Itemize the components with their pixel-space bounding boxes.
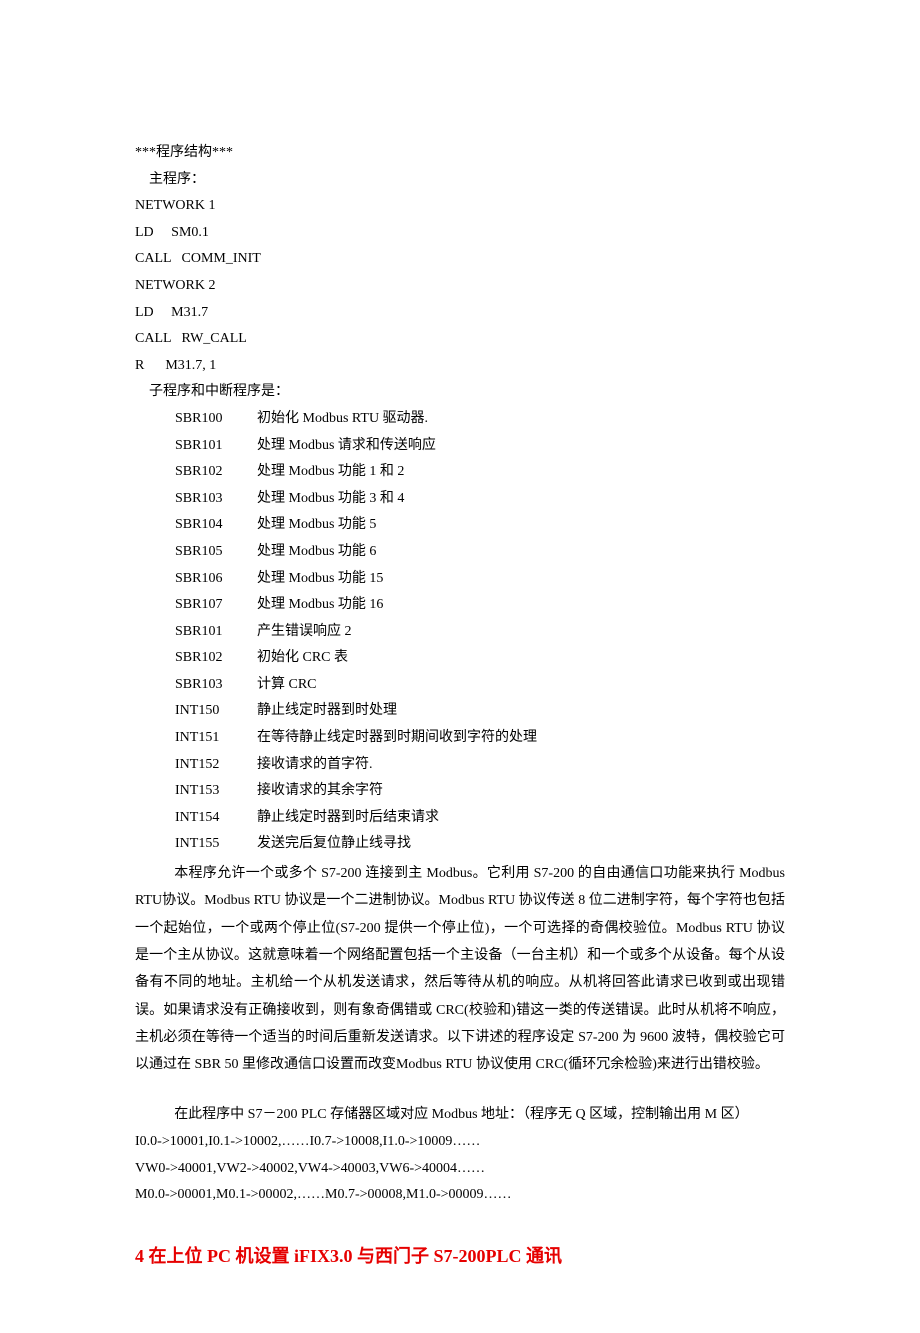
subprogram-row: INT151在等待静止线定时器到时期间收到字符的处理	[135, 725, 785, 752]
subprogram-row: INT154静止线定时器到时后结束请求	[135, 805, 785, 832]
subprogram-code: SBR101	[175, 433, 257, 460]
subprogram-row: SBR107处理 Modbus 功能 16	[135, 592, 785, 619]
subprogram-code: INT154	[175, 805, 257, 832]
subprogram-row: SBR104处理 Modbus 功能 5	[135, 512, 785, 539]
subprogram-code: SBR100	[175, 406, 257, 433]
subprogram-desc: 处理 Modbus 功能 3 和 4	[257, 486, 404, 513]
main-prog-line: R M31.7, 1	[135, 353, 785, 380]
subprogram-row: INT150静止线定时器到时处理	[135, 698, 785, 725]
subprogram-desc: 产生错误响应 2	[257, 619, 352, 646]
subprogram-desc: 处理 Modbus 功能 5	[257, 512, 376, 539]
subprogram-row: SBR101处理 Modbus 请求和传送响应	[135, 433, 785, 460]
main-prog-line: LD SM0.1	[135, 220, 785, 247]
main-prog-line: CALL RW_CALL	[135, 326, 785, 353]
address-block: 在此程序中 S7－200 PLC 存储器区域对应 Modbus 地址：（程序无 …	[135, 1102, 785, 1208]
heading-ifix: iFIX3.0	[294, 1246, 353, 1266]
subprogram-desc: 初始化 CRC 表	[257, 645, 348, 672]
subprogram-desc: 处理 Modbus 请求和传送响应	[257, 433, 436, 460]
subprogram-row: SBR102初始化 CRC 表	[135, 645, 785, 672]
subprogram-desc: 处理 Modbus 功能 1 和 2	[257, 459, 404, 486]
subprogram-row: SBR103处理 Modbus 功能 3 和 4	[135, 486, 785, 513]
subprogram-row: SBR103计算 CRC	[135, 672, 785, 699]
subprogram-desc: 接收请求的其余字符	[257, 778, 383, 805]
program-structure-header: ***程序结构***	[135, 140, 785, 167]
subprogram-code: SBR105	[175, 539, 257, 566]
subprogram-code: SBR104	[175, 512, 257, 539]
subprogram-code: INT150	[175, 698, 257, 725]
address-line: I0.0->10001,I0.1->10002,……I0.7->10008,I1…	[135, 1129, 785, 1156]
subprogram-row: INT152接收请求的首字符.	[135, 752, 785, 779]
subprogram-code: INT151	[175, 725, 257, 752]
subprogram-code: SBR102	[175, 459, 257, 486]
subprogram-row: SBR105处理 Modbus 功能 6	[135, 539, 785, 566]
main-prog-line: CALL COMM_INIT	[135, 246, 785, 273]
subprogram-code: SBR103	[175, 672, 257, 699]
sub-program-label: 子程序和中断程序是：	[135, 379, 785, 406]
subprogram-desc: 发送完后复位静止线寻找	[257, 831, 411, 858]
subprogram-code: SBR106	[175, 566, 257, 593]
subprogram-desc: 在等待静止线定时器到时期间收到字符的处理	[257, 725, 537, 752]
description-paragraph: 本程序允许一个或多个 S7-200 连接到主 Modbus。它利用 S7-200…	[135, 860, 785, 1078]
section-heading: 4 在上位 PC 机设置 iFIX3.0 与西门子 S7-200PLC 通讯	[135, 1239, 785, 1273]
subprogram-row: SBR100初始化 Modbus RTU 驱动器.	[135, 406, 785, 433]
subprogram-code: SBR107	[175, 592, 257, 619]
main-program-label: 主程序：	[135, 167, 785, 194]
subprogram-row: INT153接收请求的其余字符	[135, 778, 785, 805]
subprogram-code: INT153	[175, 778, 257, 805]
heading-text-pre: 在上位 PC 机设置	[149, 1246, 295, 1266]
subprogram-code: INT152	[175, 752, 257, 779]
subprogram-code: SBR103	[175, 486, 257, 513]
subprogram-desc: 计算 CRC	[257, 672, 317, 699]
address-line: VW0->40001,VW2->40002,VW4->40003,VW6->40…	[135, 1156, 785, 1183]
subprogram-code: SBR102	[175, 645, 257, 672]
address-header: 在此程序中 S7－200 PLC 存储器区域对应 Modbus 地址：（程序无 …	[135, 1102, 785, 1129]
main-prog-line: NETWORK 2	[135, 273, 785, 300]
subprogram-desc: 处理 Modbus 功能 16	[257, 592, 383, 619]
subprogram-row: SBR102处理 Modbus 功能 1 和 2	[135, 459, 785, 486]
subprogram-code: SBR101	[175, 619, 257, 646]
heading-number: 4	[135, 1246, 144, 1266]
main-prog-line: LD M31.7	[135, 300, 785, 327]
subprogram-code: INT155	[175, 831, 257, 858]
subprogram-row: SBR101产生错误响应 2	[135, 619, 785, 646]
subprogram-row: INT155发送完后复位静止线寻找	[135, 831, 785, 858]
heading-text-post: 与西门子 S7-200PLC 通讯	[353, 1246, 563, 1266]
subprogram-desc: 处理 Modbus 功能 6	[257, 539, 376, 566]
subprogram-desc: 处理 Modbus 功能 15	[257, 566, 383, 593]
subprogram-desc: 接收请求的首字符.	[257, 752, 373, 779]
main-prog-line: NETWORK 1	[135, 193, 785, 220]
subprogram-desc: 初始化 Modbus RTU 驱动器.	[257, 406, 428, 433]
subprogram-row: SBR106处理 Modbus 功能 15	[135, 566, 785, 593]
address-line: M0.0->00001,M0.1->00002,……M0.7->00008,M1…	[135, 1182, 785, 1209]
subprogram-desc: 静止线定时器到时处理	[257, 698, 397, 725]
subprogram-desc: 静止线定时器到时后结束请求	[257, 805, 439, 832]
